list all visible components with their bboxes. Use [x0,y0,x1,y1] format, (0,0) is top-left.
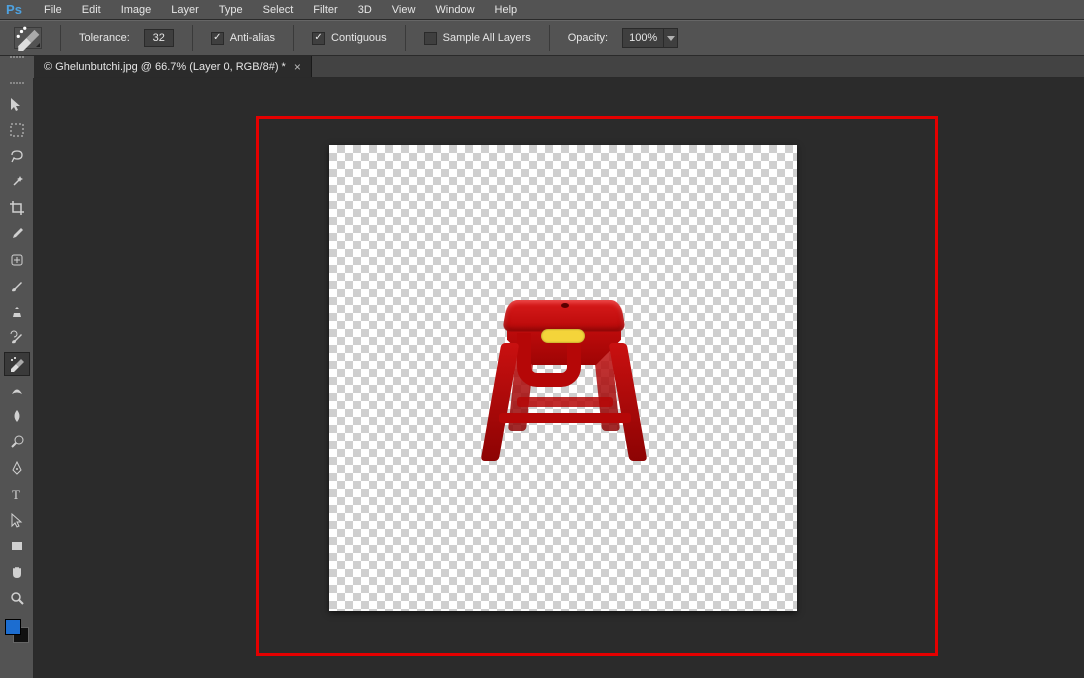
chevron-down-icon [667,36,675,41]
current-tool-badge[interactable] [14,27,42,49]
sample-all-checkbox[interactable]: Sample All Layers [424,32,531,45]
marquee-tool[interactable] [4,118,30,142]
red-stool-image [477,295,657,485]
document-tab[interactable]: © Ghelunbutchi.jpg @ 66.7% (Layer 0, RGB… [34,56,312,77]
document-tabs: © Ghelunbutchi.jpg @ 66.7% (Layer 0, RGB… [34,56,1084,78]
opacity-input[interactable]: 100% [622,28,678,48]
separator [549,25,550,51]
foreground-color-swatch[interactable] [5,619,21,635]
menu-bar: Ps File Edit Image Layer Type Select Fil… [0,0,1084,20]
contiguous-label: Contiguous [331,32,387,44]
lasso-tool[interactable] [4,144,30,168]
menu-view[interactable]: View [382,2,426,18]
healing-brush-tool[interactable] [4,248,30,272]
tolerance-label: Tolerance: [79,32,130,44]
background-eraser-icon [15,25,41,51]
rectangle-tool[interactable] [4,534,30,558]
tab-title: © Ghelunbutchi.jpg @ 66.7% (Layer 0, RGB… [44,61,286,73]
menu-3d[interactable]: 3D [348,2,382,18]
opacity-dropdown-button[interactable] [663,29,677,47]
tools-panel: T [0,78,34,678]
path-selection-tool[interactable] [4,508,30,532]
menu-window[interactable]: Window [425,2,484,18]
menu-edit[interactable]: Edit [72,2,111,18]
pen-tool[interactable] [4,456,30,480]
contiguous-checkbox[interactable]: Contiguous [312,32,387,45]
blur-tool[interactable] [4,404,30,428]
svg-text:T: T [12,487,20,502]
checkbox-icon [211,32,224,45]
opacity-value: 100% [623,32,663,44]
type-tool[interactable]: T [4,482,30,506]
menu-type[interactable]: Type [209,2,253,18]
antialias-checkbox[interactable]: Anti-alias [211,32,275,45]
tolerance-input[interactable] [144,29,174,47]
separator [60,25,61,51]
antialias-label: Anti-alias [230,32,275,44]
menu-help[interactable]: Help [485,2,528,18]
separator [405,25,406,51]
brush-tool[interactable] [4,274,30,298]
menu-filter[interactable]: Filter [303,2,347,18]
crop-tool[interactable] [4,196,30,220]
eyedropper-tool[interactable] [4,222,30,246]
clone-stamp-tool[interactable] [4,300,30,324]
app-logo[interactable]: Ps [2,1,26,19]
panel-grip[interactable] [4,82,30,88]
separator [192,25,193,51]
menu-layer[interactable]: Layer [161,2,209,18]
zoom-tool[interactable] [4,586,30,610]
magic-wand-tool[interactable] [4,170,30,194]
background-eraser-tool[interactable] [4,352,30,376]
canvas-area[interactable] [34,78,1084,678]
sponge-tool[interactable] [4,430,30,454]
move-tool[interactable] [4,92,30,116]
checkbox-icon [424,32,437,45]
menu-image[interactable]: Image [111,2,162,18]
checkbox-icon [312,32,325,45]
opacity-label: Opacity: [568,32,608,44]
options-bar: Tolerance: Anti-alias Contiguous Sample … [0,20,1084,56]
gradient-tool[interactable] [4,378,30,402]
history-brush-tool[interactable] [4,326,30,350]
document-canvas[interactable] [329,145,797,611]
color-swatches[interactable] [4,618,30,644]
menu-select[interactable]: Select [253,2,304,18]
close-icon[interactable]: × [294,60,301,74]
sample-all-label: Sample All Layers [443,32,531,44]
separator [293,25,294,51]
hand-tool[interactable] [4,560,30,584]
menu-file[interactable]: File [34,2,72,18]
panel-grip[interactable] [0,56,34,64]
